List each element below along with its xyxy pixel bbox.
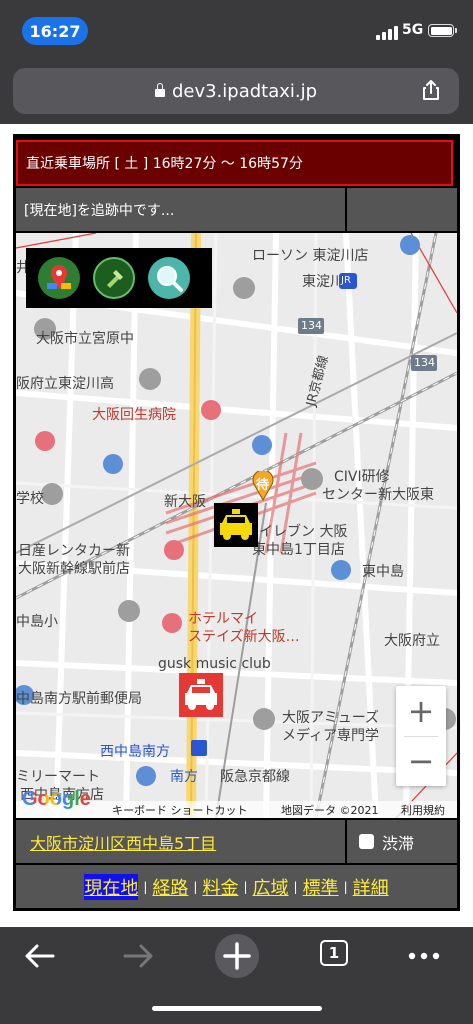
map-label: ホテルマイ: [188, 611, 258, 627]
map-label: 134: [414, 356, 435, 369]
tracking-side-cell: [347, 188, 457, 231]
map-label: 日産レンタカー新: [18, 543, 130, 559]
waiting-marker[interactable]: 待: [252, 471, 274, 501]
menu-detail[interactable]: 詳細: [353, 874, 389, 900]
traffic-label: 渋滞: [382, 833, 415, 853]
taxi-marker-current[interactable]: [214, 503, 258, 547]
map-label: ローソン 東淀川店: [252, 248, 369, 264]
flashlight-icon[interactable]: [93, 257, 135, 299]
lock-icon: [154, 83, 165, 97]
map-label: 中島南方駅前郵便局: [16, 691, 142, 707]
map-label: 阪急京都線: [220, 769, 290, 785]
menu-route[interactable]: 経路: [152, 874, 188, 900]
map-label: センター新大阪東: [322, 487, 434, 503]
url-text: dev3.ipadtaxi.jp: [171, 80, 318, 102]
map-label: ミリーマート: [16, 769, 100, 785]
map-label: 南方: [170, 769, 198, 785]
map-label: 中島小: [16, 614, 58, 630]
tracking-status: [現在地]を追跡中です...: [16, 188, 345, 231]
tabs-button[interactable]: 1: [320, 940, 348, 966]
menu-fare[interactable]: 料金: [202, 874, 238, 900]
tracking-text: [現在地]を追跡中です...: [24, 202, 175, 219]
status-bar: 16:27 5G: [0, 0, 473, 58]
map-label: 西中島南方: [100, 744, 170, 760]
map-label: 大阪市立宮原中: [36, 331, 134, 347]
map-label: 134: [301, 319, 322, 332]
banner-text: 直近乗車場所 [ 土 ] 16時27分 〜 16時57分: [26, 156, 303, 172]
back-icon[interactable]: [20, 938, 60, 974]
map-label: 大阪アミューズ: [282, 710, 380, 726]
maps-icon[interactable]: [38, 257, 80, 299]
battery-icon: [428, 24, 457, 37]
map-label: CIVI研修: [334, 469, 390, 485]
address-link[interactable]: 大阪市淀川区西中島5丁目: [30, 830, 216, 854]
map-label: 大阪回生病院: [92, 407, 176, 423]
map-label: メディア専門学: [282, 728, 380, 744]
map-label: 東中島: [362, 564, 404, 580]
clock: 16:27: [22, 17, 88, 45]
map-label: ステイズ新大阪…: [188, 629, 300, 645]
home-indicator: [152, 1006, 322, 1011]
network-label: 5G: [402, 22, 424, 38]
taxi-icon: [220, 509, 252, 540]
forward-icon[interactable]: [118, 938, 158, 974]
address-bar[interactable]: dev3.ipadtaxi.jp: [13, 68, 459, 114]
map-data-text: 地図データ ©2021: [281, 804, 379, 817]
current-address: 大阪市淀川区西中島5丁目: [16, 820, 345, 863]
map-label: 大阪府立: [384, 633, 440, 649]
traffic-toggle[interactable]: 渋滞: [347, 820, 457, 863]
map-label: 東中島1丁目店: [252, 542, 345, 558]
terms-link[interactable]: 利用規約: [401, 802, 445, 818]
more-icon[interactable]: [404, 938, 444, 974]
map-label: JR: [341, 275, 351, 286]
map-toolbox: [26, 248, 212, 308]
map-label: 大阪新幹線駅前店: [18, 561, 130, 577]
map-label: イレブン 大阪: [259, 524, 348, 540]
map-label: 阪府立東淀川高: [16, 376, 114, 392]
menu-standard[interactable]: 標準: [303, 874, 339, 900]
map-label: 新大阪: [164, 494, 206, 510]
menu-wide-area[interactable]: 広域: [253, 874, 289, 900]
taxi-icon: [185, 679, 217, 710]
zoom-out-button[interactable]: −: [396, 736, 446, 786]
keyboard-shortcuts-link[interactable]: キーボード ショートカット: [112, 802, 248, 818]
map-label: 東淀川: [302, 274, 344, 290]
zoom-in-button[interactable]: +: [396, 686, 446, 736]
map-label: 学校: [16, 491, 44, 507]
bottom-menu: 現在地 | 経路 | 料金 | 広域 | 標準 | 詳細: [16, 865, 457, 908]
share-icon[interactable]: [420, 79, 442, 101]
map[interactable]: ローソン 東淀川店 東淀川 JR 134 134 大阪市立宮原中 阪府立東淀川高…: [16, 233, 457, 818]
menu-current-location[interactable]: 現在地: [84, 873, 139, 900]
new-tab-icon[interactable]: [214, 933, 260, 979]
waiting-label: 待: [256, 478, 270, 493]
signal-icon: [376, 26, 398, 40]
nearest-pickup-banner: 直近乗車場所 [ 土 ] 16時27分 〜 16時57分: [16, 140, 453, 186]
google-logo: Google: [22, 788, 91, 810]
taxi-marker[interactable]: [179, 673, 223, 717]
zoom-controls: + −: [396, 686, 446, 786]
traffic-checkbox[interactable]: [359, 834, 374, 849]
search-icon[interactable]: [148, 257, 190, 299]
map-label: gusk music club: [158, 656, 271, 672]
